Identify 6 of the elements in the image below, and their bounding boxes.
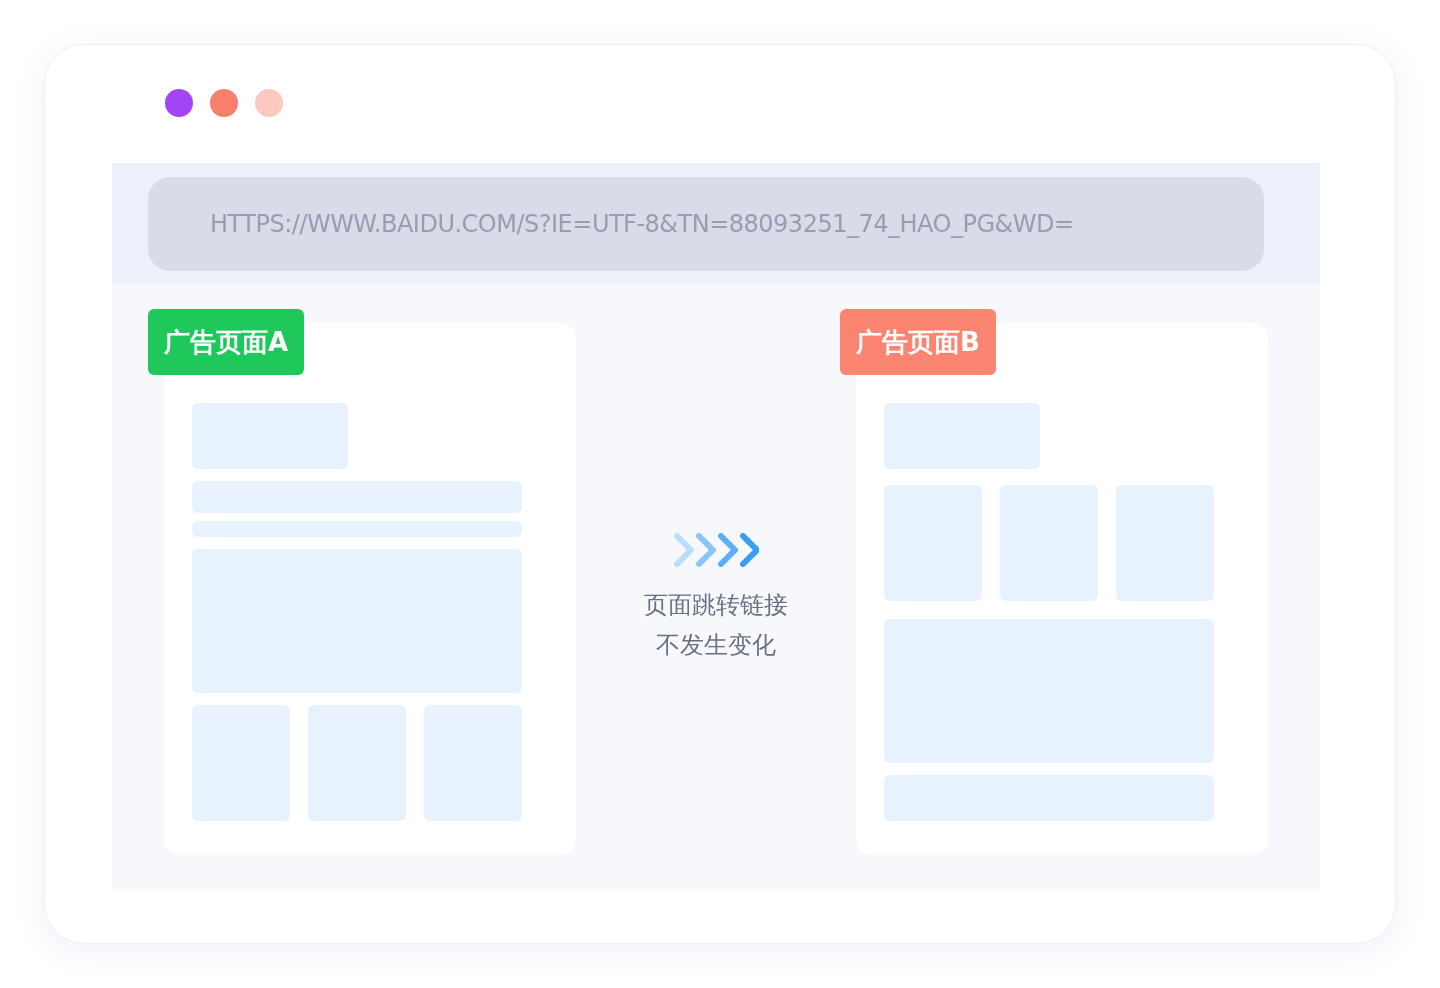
address-bar[interactable]: HTTPS://WWW.BAIDU.COM/S?IE=UTF-8&TN=88093251_74_HAO_PG&WD= — [148, 177, 1264, 271]
chevrons-icon — [673, 533, 759, 567]
transition-caption: 页面跳转链接 — [644, 590, 788, 621]
page-tag: 广告页面B — [840, 309, 996, 375]
transition-caption: 不发生变化 — [656, 630, 776, 661]
page-tag: 广告页面A — [148, 309, 304, 375]
